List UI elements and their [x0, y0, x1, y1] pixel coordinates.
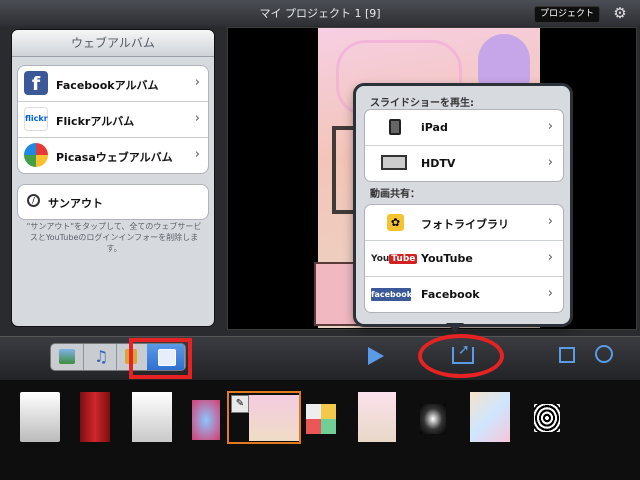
chevron-right-icon: ›: [547, 214, 553, 229]
share-popover: スライドショーを再生: iPad › HDTV › 動画共有： ✿ フォトライブ…: [356, 86, 570, 324]
service-row-flickr[interactable]: flickr Flickrアルバム ›: [18, 102, 208, 138]
slideshow-header: スライドショーを再生:: [370, 98, 474, 109]
photos-icon: ✿: [387, 214, 404, 231]
clip-thumbnail[interactable]: [80, 392, 110, 442]
clip-thumbnail[interactable]: [470, 392, 510, 442]
selected-clip-image: [249, 395, 299, 441]
signout-note: "サンアウト"をタップして、全てのウェブサービスとYouTubeのログインインフ…: [26, 222, 202, 253]
picasa-icon: [24, 143, 48, 167]
music-note-icon: ♫: [94, 347, 109, 366]
fullscreen-button[interactable]: [559, 347, 575, 363]
web-album-services: f Facebookアルバム › flickr Flickrアルバム › Pic…: [17, 65, 209, 174]
share-photo-library-option[interactable]: ✿ フォトライブラリ ›: [365, 205, 563, 241]
projects-button[interactable]: プロジェクト: [533, 6, 600, 23]
chevron-right-icon: ›: [547, 119, 553, 134]
slideshow-ipad-option[interactable]: iPad ›: [365, 110, 563, 146]
chevron-right-icon: ›: [547, 155, 553, 170]
photos-icon: [59, 349, 75, 364]
service-label: Picasaウェブアルバム: [56, 151, 173, 164]
media-music-tab[interactable]: ♫: [84, 344, 117, 370]
youtube-logo-tube: Tube: [389, 254, 418, 264]
chevron-right-icon: ›: [547, 286, 553, 301]
service-label: Flickrアルバム: [56, 115, 135, 128]
clip-thumbnail[interactable]: [358, 392, 396, 442]
option-label: Facebook: [421, 288, 480, 301]
play-button[interactable]: [368, 347, 384, 365]
web-album-panel: ウェブアルバム f Facebookアルバム › flickr Flickrアル…: [12, 30, 214, 326]
flickr-icon: flickr: [24, 107, 48, 131]
option-label: YouTube: [421, 252, 473, 265]
popover-arrow: [446, 323, 464, 332]
option-label: iPad: [421, 121, 448, 134]
clip-thumbnail[interactable]: [20, 392, 60, 442]
chevron-right-icon: ›: [547, 250, 553, 265]
web-album-header: ウェブアルバム: [12, 30, 214, 57]
clip-thumbnail[interactable]: [420, 404, 446, 434]
chevron-right-icon: ›: [194, 75, 200, 90]
video-share-header: 動画共有：: [370, 189, 420, 200]
tv-icon: [381, 155, 407, 170]
edit-icon[interactable]: ✎: [231, 395, 249, 413]
facebook-icon: facebook: [371, 288, 413, 301]
ipad-icon: [389, 119, 401, 135]
service-row-picasa[interactable]: Picasaウェブアルバム ›: [18, 138, 208, 173]
facebook-icon: f: [24, 71, 48, 95]
signout-icon: /: [27, 194, 40, 207]
annotation-highlight-ellipse: [418, 334, 504, 378]
signout-button[interactable]: / サンアウト: [17, 184, 209, 220]
slideshow-options: iPad › HDTV ›: [364, 109, 564, 182]
chevron-right-icon: ›: [194, 111, 200, 126]
video-share-options: ✿ フォトライブラリ › You Tube YouTube › facebook …: [364, 204, 564, 313]
youtube-logo-you: You: [371, 254, 390, 264]
clip-thumbnail[interactable]: [534, 404, 560, 432]
preview-image-character: [478, 34, 530, 90]
option-label: HDTV: [421, 157, 456, 170]
share-facebook-option[interactable]: facebook Facebook ›: [365, 277, 563, 312]
signout-label: サンアウト: [48, 197, 103, 210]
option-label: フォトライブラリ: [421, 218, 509, 231]
clip-thumbnail-selected[interactable]: ✎: [227, 391, 301, 444]
annotation-highlight-box: [129, 338, 192, 379]
share-youtube-option[interactable]: You Tube YouTube ›: [365, 241, 563, 277]
flickr-logo-text: flickr: [25, 114, 48, 123]
youtube-icon: You Tube: [371, 252, 418, 266]
clip-thumbnail[interactable]: [306, 404, 336, 434]
slideshow-hdtv-option[interactable]: HDTV ›: [365, 146, 563, 181]
clip-thumbnail[interactable]: [192, 400, 220, 440]
clip-thumbnail[interactable]: [132, 392, 172, 442]
chevron-right-icon: ›: [194, 147, 200, 162]
media-photos-tab[interactable]: [51, 344, 84, 370]
clock-icon[interactable]: [595, 345, 613, 363]
service-label: Facebookアルバム: [56, 79, 159, 92]
service-row-facebook[interactable]: f Facebookアルバム ›: [18, 66, 208, 102]
gear-icon[interactable]: ⚙: [612, 5, 628, 21]
